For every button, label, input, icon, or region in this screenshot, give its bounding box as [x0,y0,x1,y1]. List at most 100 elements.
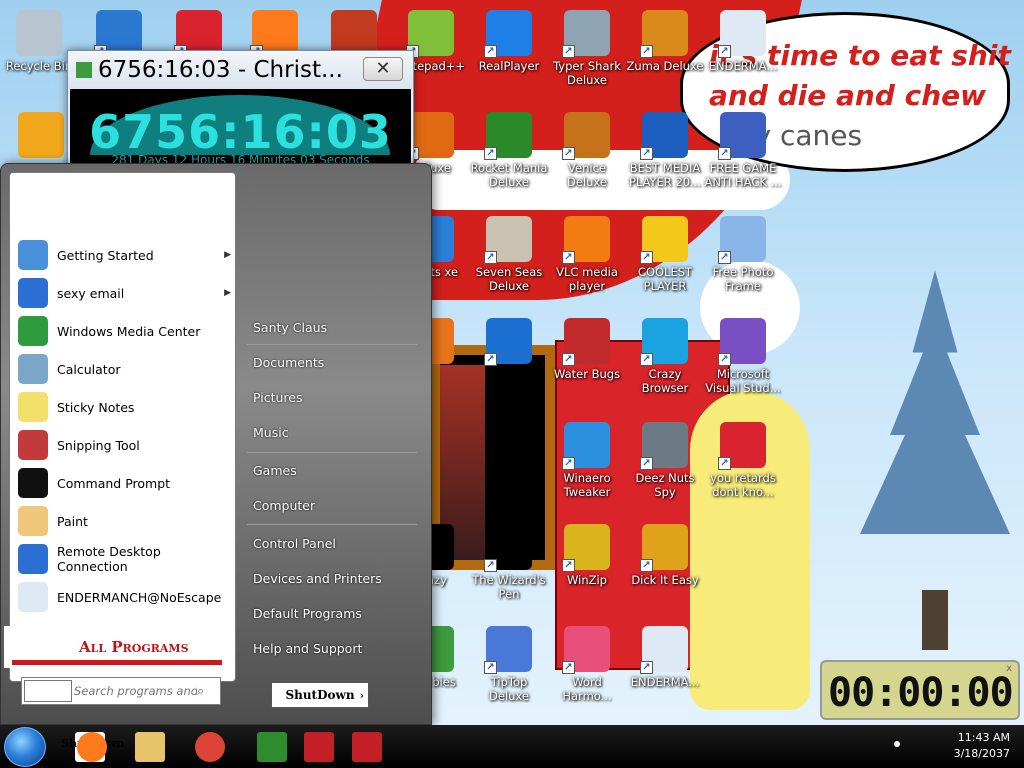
start-menu-item[interactable]: Getting Started ▶ [18,237,233,273]
notepad-plus-plus-icon: ↗ [406,10,454,58]
desktop-icon[interactable]: ↗ Winaero Tweaker [548,422,626,499]
clock-time[interactable]: 11:43 AM [958,731,1010,744]
window-icon: ↗ [718,10,766,58]
desktop-icon[interactable]: ↗ BEST MEDIA PLAYER 20... [626,112,704,189]
submenu-arrow-icon[interactable]: ▶ [224,250,231,260]
start-search-box[interactable]: ⌕ [21,677,221,705]
wallpaper-tree-trunk [922,590,948,650]
desktop-icon-label: VLC media player [556,265,618,293]
start-menu-divider [247,344,417,345]
desktop-icon-label: Dick It Easy [631,573,699,587]
desktop-icon[interactable]: ↗ Venice Deluxe [548,112,626,189]
desktop-icon[interactable]: ↗ you retards dont kno... [704,422,782,499]
start-button[interactable] [4,727,46,767]
start-menu-item[interactable]: ENDERMANCH@NoEscape [18,579,233,615]
desktop-icon[interactable]: ↗ COOLEST PLAYER [626,216,704,293]
start-menu-item-label: sexy email [57,285,125,301]
shortcut-arrow-icon: ↗ [640,353,653,366]
start-menu-item[interactable]: Sticky Notes [18,389,233,425]
shutdown-button[interactable]: ShutDown › [271,682,369,708]
start-menu-item[interactable]: sexy email ▶ [18,275,233,311]
start-menu: Getting Started ▶ sexy email ▶ Windows Media… [0,163,432,725]
desktop-icon[interactable]: ↗ TipTop Deluxe [470,626,548,703]
desktop-icon[interactable]: ↗ Crazy Browser [626,318,704,395]
desktop-icon[interactable]: ↗ FREE GAME ANTI HACK ... [704,112,782,189]
clock-date[interactable]: 3/18/2037 [954,747,1010,760]
start-menu-place-item[interactable]: Computer [253,498,315,513]
red-app-taskbar-button-2[interactable] [338,726,396,768]
desktop-icon-label: Crazy Browser [641,367,689,395]
wizard-icon: ↗ [484,524,532,572]
firefox-icon [77,732,107,762]
shortcut-arrow-icon: ↗ [562,251,575,264]
photo-frame-icon: ↗ [718,216,766,264]
chevron-right-icon[interactable]: › [360,689,364,702]
chrome-taskbar-button[interactable] [190,726,230,768]
start-menu-place-item[interactable]: Music [253,425,289,440]
start-menu-place-item[interactable]: Games [253,463,297,478]
red-app-taskbar-button-1[interactable] [302,726,336,768]
xm-play-icon: ↗ [640,112,688,160]
countdown-window-titlebar[interactable]: 6756:16:03 - Christ... [68,51,413,89]
desktop-icon[interactable]: ↗ Zuma Deluxe [626,10,704,73]
start-menu-place-item[interactable]: Pictures [253,390,303,405]
red-window-icon [304,732,334,762]
desktop-icon[interactable]: ↗ Water Bugs [548,318,626,381]
shortcut-arrow-icon: ↗ [640,559,653,572]
start-menu-item[interactable]: Calculator [18,351,233,387]
desktop-icon-label: Typer Shark Deluxe [553,59,621,87]
desktop-icon[interactable]: ↗ Word Harmo... [548,626,626,703]
desktop-icon[interactable]: ↗ ENDERMA... [626,626,704,689]
infinity-icon: ↗ [718,318,766,366]
explorer-taskbar-button[interactable] [130,726,170,768]
firefox-taskbar-button[interactable] [72,726,112,768]
speech-bubble-line-2: and die and chew [709,79,987,112]
start-menu-place-item[interactable]: Santy Claus [253,320,327,335]
chrome-icon [195,732,225,762]
timer-close-button[interactable]: x [1006,663,1012,674]
desktop-icon[interactable]: ↗ Microsoft Visual Stud... [704,318,782,395]
start-menu-place-item[interactable]: Documents [253,355,324,370]
start-menu-place-item[interactable]: Control Panel [253,536,336,551]
desktop-icon[interactable]: ↗ The Wizard's Pen [470,524,548,601]
start-menu-item[interactable]: Remote Desktop Connection [18,541,233,577]
start-menu-item-label: Windows Media Center [57,323,201,339]
desktop-icon[interactable]: ↗ Rocket Mania Deluxe [470,112,548,189]
thunderbird-icon [18,278,48,308]
desktop-icon[interactable]: ↗ VLC media player [548,216,626,293]
desktop-icon[interactable]: ↗ WinZip [548,524,626,587]
countdown-window[interactable]: 6756:16:03 - Christ... ✕ 6756:16:03 281 … [67,50,414,170]
rocket-icon: ↗ [484,112,532,160]
start-menu-item[interactable]: Snipping Tool [18,427,233,463]
timer-widget[interactable]: 00:00:00 x [820,660,1020,720]
desktop-icon[interactable]: ↗ [470,318,548,367]
christmas-app-taskbar-button[interactable] [243,726,301,768]
shortcut-arrow-icon: ↗ [562,661,575,674]
shortcut-arrow-icon: ↗ [562,457,575,470]
start-menu-item[interactable]: Command Prompt [18,465,233,501]
desktop-icon[interactable]: ↗ Dick It Easy [626,524,704,587]
desktop-icon-label: The Wizard's Pen [472,573,546,601]
close-button[interactable]: ✕ [363,57,403,81]
desktop-icon[interactable]: ↗ Deez Nuts Spy [626,422,704,499]
start-menu-item[interactable]: Paint [18,503,233,539]
desktop-icon[interactable]: ↗ RealPlayer [470,10,548,73]
all-programs-label: All Programs [79,638,189,656]
start-menu-place-item[interactable]: Devices and Printers [253,571,382,586]
desktop-icon-label: Free Photo Frame [712,265,774,293]
search-icon[interactable]: ⌕ [197,684,204,699]
start-menu-item[interactable]: Windows Media Center [18,313,233,349]
start-menu-place-item[interactable]: Default Programs [253,606,362,621]
start-menu-divider [247,524,417,525]
star-icon: ↗ [640,318,688,366]
notification-dot-icon[interactable] [894,741,900,747]
desktop-icon[interactable]: ↗ ENDERMA... [704,10,782,73]
submenu-arrow-icon[interactable]: ▶ [224,288,231,298]
all-programs-underline [12,660,222,665]
desktop-icon[interactable]: ↗ Seven Seas Deluxe [470,216,548,293]
desktop-icon-label: Seven Seas Deluxe [475,265,543,293]
desktop-icon[interactable]: ↗ Free Photo Frame [704,216,782,293]
start-menu-place-item[interactable]: Help and Support [253,641,362,656]
all-programs-button[interactable]: All Programs [4,626,226,668]
desktop-icon[interactable]: ↗ Typer Shark Deluxe [548,10,626,87]
